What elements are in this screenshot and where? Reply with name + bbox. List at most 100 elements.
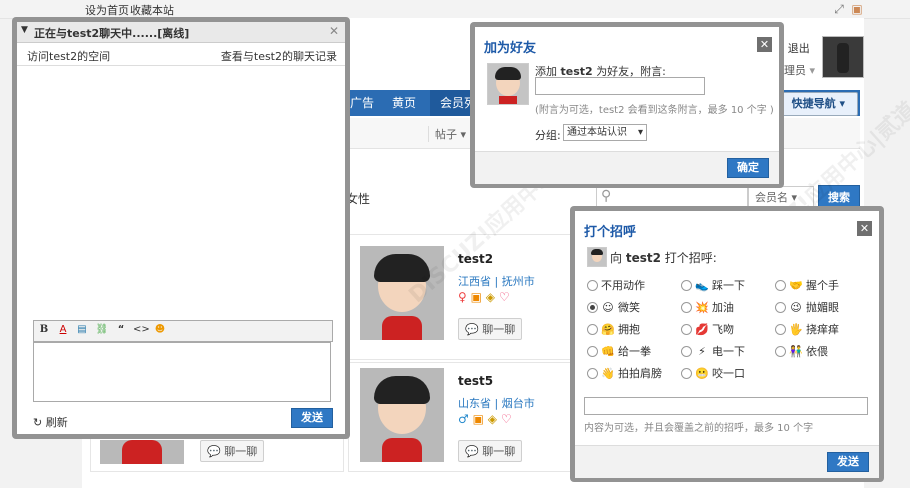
greet-option[interactable]: 🤝 握个手 — [775, 277, 839, 293]
greet-option[interactable]: 😬 咬一口 — [681, 365, 745, 381]
greet-option[interactable]: 👋 拍拍肩膀 — [587, 365, 662, 381]
radio-button[interactable] — [681, 345, 692, 357]
member-avatar[interactable] — [100, 440, 184, 464]
nav-tab-yellowpages[interactable]: 黄页 — [382, 90, 426, 116]
radio-button[interactable] — [587, 367, 598, 379]
radio-button[interactable] — [681, 367, 692, 379]
greet-option-label: 咬一口 — [712, 367, 745, 380]
radio-button[interactable] — [587, 345, 598, 357]
bookmark-link[interactable]: 收藏本站 — [130, 2, 174, 18]
handshake-icon[interactable]: ◈ — [488, 412, 497, 426]
greet-option-label: 飞吻 — [712, 323, 734, 336]
smiley-icon[interactable]: ☻ — [153, 323, 167, 336]
image-icon[interactable]: ▤ — [75, 323, 89, 336]
greet-send-button[interactable]: 发送 — [827, 452, 869, 472]
chat-bubble-icon: 💬 — [465, 445, 479, 458]
greet-option-label: 拥抱 — [618, 323, 640, 336]
group-select[interactable]: 通过本站认识 ▾ — [563, 124, 647, 141]
chat-button[interactable]: 💬 聊一聊 — [458, 318, 523, 340]
close-icon[interactable]: ✕ — [757, 37, 772, 52]
radio-button[interactable] — [775, 345, 786, 357]
chat-send-button[interactable]: 发送 — [291, 408, 333, 428]
search-type-select[interactable]: 会员名 ▾ — [748, 186, 814, 208]
chat-history-link[interactable]: 查看与test2的聊天记录 — [221, 48, 337, 64]
male-icon: ♂ — [458, 412, 469, 426]
refresh-label: 刷新 — [45, 416, 68, 429]
chat-button[interactable]: 💬 聊一聊 — [200, 440, 265, 462]
chat-bubble-icon: 💬 — [207, 445, 221, 458]
greet-option[interactable]: 不用动作 — [587, 277, 645, 293]
link-icon[interactable]: ⛓ — [95, 323, 109, 336]
fullscreen-icon[interactable]: ⤢ — [832, 2, 846, 16]
handshake-icon[interactable]: ◈ — [486, 290, 495, 304]
posts-dropdown[interactable]: 帖子 ▾ — [428, 126, 466, 142]
radio-button[interactable] — [681, 323, 692, 335]
radio-button[interactable] — [775, 323, 786, 335]
chat-message-input[interactable] — [33, 342, 331, 402]
chat-bubble-icon: 💬 — [465, 323, 479, 336]
greet-option-label: 踩一下 — [712, 279, 745, 292]
member-avatar[interactable] — [360, 246, 444, 340]
radio-button[interactable] — [587, 301, 598, 313]
greet-option[interactable]: ☺ 微笑 — [587, 299, 640, 315]
user-avatar[interactable] — [822, 36, 864, 78]
heart-icon[interactable]: ♡ — [501, 412, 512, 426]
greet-option[interactable]: 💥 加油 — [681, 299, 734, 315]
logout-link[interactable]: 退出 — [788, 42, 810, 55]
set-homepage-link[interactable]: 设为首页 — [85, 2, 129, 18]
admin-label: 理员 — [784, 64, 806, 77]
member-location: 山东省 | 烟台市 — [458, 397, 535, 410]
greet-option[interactable]: 🖐 挠痒痒 — [775, 321, 839, 337]
greet-option[interactable]: 💋 飞吻 — [681, 321, 734, 337]
radio-button[interactable] — [681, 279, 692, 291]
greet-option[interactable]: 😉 抛媚眼 — [775, 299, 839, 315]
color-palette-icon[interactable]: ▣ — [850, 2, 864, 16]
confirm-button[interactable]: 确定 — [727, 158, 769, 178]
close-icon[interactable]: ✕ — [329, 24, 339, 38]
gift-icon[interactable]: ▣ — [473, 412, 484, 426]
greet-emoji-icon: 🤗 — [601, 323, 615, 336]
greet-option[interactable]: 👟 踩一下 — [681, 277, 745, 293]
friend-note-input[interactable] — [535, 77, 705, 95]
dialog-title: 打个招呼 — [584, 225, 637, 240]
admin-dropdown[interactable]: 理员 ▾ — [784, 62, 815, 78]
member-name[interactable]: test5 — [458, 374, 493, 388]
quote-icon[interactable]: “ — [114, 323, 128, 336]
close-icon[interactable]: ✕ — [857, 221, 872, 236]
gift-icon[interactable]: ▣ — [471, 290, 482, 304]
chat-links-bar: 访问test2的空间 查看与test2的聊天记录 — [17, 43, 345, 66]
member-avatar[interactable] — [360, 368, 444, 462]
visit-space-link[interactable]: 访问test2的空间 — [27, 48, 110, 64]
greet-option[interactable]: ⚡ 电一下 — [681, 343, 745, 359]
greet-message-input[interactable] — [584, 397, 868, 415]
greet-username: test2 — [625, 251, 661, 265]
bold-icon[interactable]: B — [37, 323, 51, 336]
greet-option[interactable]: 🤗 拥抱 — [587, 321, 640, 337]
greet-option[interactable]: 👫 依偎 — [775, 343, 828, 359]
collapse-arrow-icon[interactable]: ▼ — [21, 25, 28, 35]
chat-label: 聊一聊 — [482, 323, 516, 336]
radio-button[interactable] — [587, 279, 598, 291]
radio-button[interactable] — [775, 301, 786, 313]
code-icon[interactable]: <> — [133, 323, 150, 336]
font-color-icon[interactable]: A — [56, 323, 70, 336]
quick-nav-button[interactable]: 快捷导航 ▾ — [778, 92, 858, 116]
prompt-prefix: 向 — [610, 251, 623, 265]
greet-dialog: 打个招呼 ✕ 向 test2 打个招呼: 不用动作 👟 踩一下 🤝 握个手 ☺ 微笑 💥 加油 😉… — [570, 206, 884, 482]
radio-button[interactable] — [587, 323, 598, 335]
chat-button[interactable]: 💬 聊一聊 — [458, 440, 523, 462]
add-friend-dialog: 加为好友 ✕ 添加 test2 为好友，附言: (附言为可选，test2 会看到… — [470, 22, 784, 188]
member-badges: ♂ ▣ ◈ ♡ — [458, 412, 512, 426]
greet-option[interactable]: 👊 给一拳 — [587, 343, 651, 359]
greet-option-label: 微笑 — [618, 301, 640, 314]
heart-icon[interactable]: ♡ — [499, 290, 510, 304]
member-name[interactable]: test2 — [458, 252, 493, 266]
greet-emoji-icon: 👊 — [601, 345, 615, 358]
greet-emoji-icon: 💥 — [695, 301, 709, 314]
note-hint: (附言为可选，test2 会看到这条附言，最多 10 个字 ) — [535, 105, 774, 116]
refresh-icon: ↻ — [33, 416, 43, 429]
chat-titlebar[interactable]: ▼ 正在与test2聊天中......[离线] ✕ — [17, 22, 345, 43]
radio-button[interactable] — [775, 279, 786, 291]
refresh-link[interactable]: ↻ 刷新 — [33, 414, 68, 430]
radio-button[interactable] — [681, 301, 692, 313]
